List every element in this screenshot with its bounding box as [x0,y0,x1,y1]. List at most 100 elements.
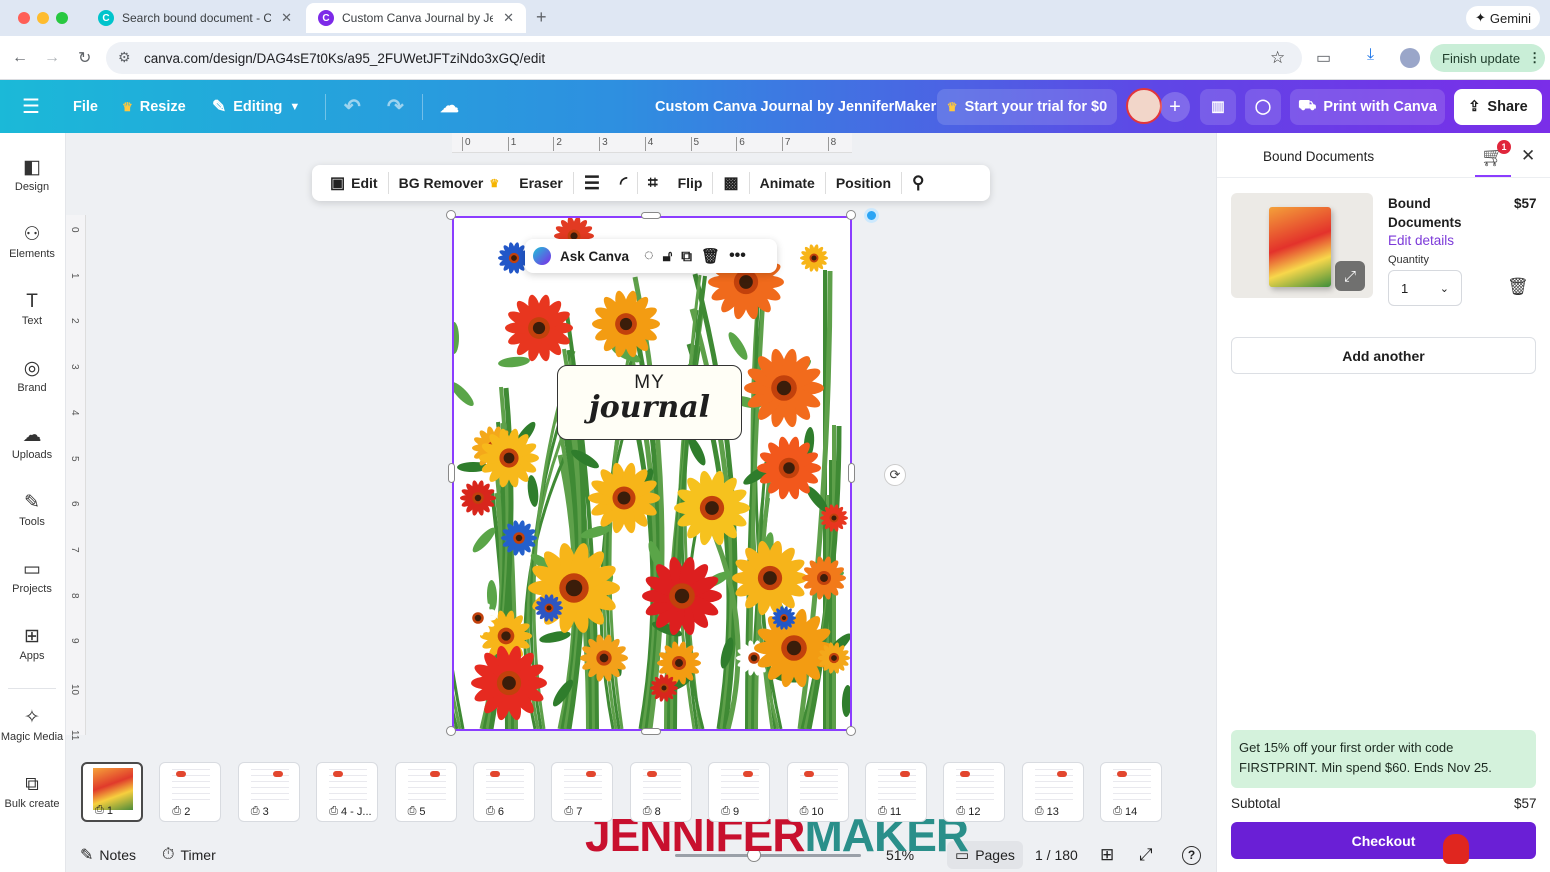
user-avatar[interactable] [1126,88,1162,124]
main-menu-button[interactable]: ☰ [22,80,40,133]
page-thumbnail[interactable]: ⎙ 1 [81,762,143,822]
print-with-canva-button[interactable]: ⛟ Print with Canva [1290,89,1445,125]
journal-title-card[interactable]: MY journal [557,365,742,440]
page-thumbnail[interactable]: ⎙ 5 [394,762,457,822]
resize-handle[interactable] [641,212,661,219]
animate-button[interactable]: Animate [750,175,825,191]
comments-button[interactable]: ◯ [1245,89,1281,125]
crop-button[interactable]: ⌗ [638,173,668,193]
help-button[interactable]: ? [1182,842,1201,868]
resize-handle[interactable] [846,210,856,220]
sidebar-item-tools[interactable]: ✎ Tools [0,490,64,528]
sidebar-item-uploads[interactable]: ☁ Uploads [0,423,64,461]
sidebar-item-bulk-create[interactable]: ⧉ Bulk create [0,772,64,810]
expand-icon[interactable]: ⤢ [1335,261,1365,291]
insights-button[interactable]: ▥ [1200,89,1236,125]
corner-rounding-button[interactable]: ◜ [610,173,637,194]
page-thumbnail[interactable]: ⎙ 12 [943,762,1006,822]
transparency-button[interactable]: ▩ [713,173,748,193]
browser-tab-search[interactable]: C Search bound document - Ca ✕ [86,3,304,33]
add-another-button[interactable]: Add another [1231,337,1536,374]
browser-tab-journal[interactable]: C Custom Canva Journal by Jen ✕ [306,3,526,33]
share-button[interactable]: ⇪ Share [1454,89,1542,125]
close-tab-icon[interactable]: ✕ [503,10,514,26]
resize-handle[interactable] [848,463,855,483]
page-thumbnail[interactable]: ⎙ 3 [237,762,300,822]
page-thumbnail[interactable]: ⎙ 2 [159,762,222,822]
sidebar-item-magic-media[interactable]: ✧ Magic Media [0,705,64,743]
duplicate-icon[interactable]: ⧉ [681,248,692,265]
sidebar-item-projects[interactable]: ▭ Projects [0,557,64,595]
page-thumbnail[interactable]: ⎙ 9 [708,762,771,822]
add-comment-icon[interactable]: ◌ [644,247,654,265]
cart-tab[interactable]: 🛒︎ 1 [1475,140,1511,177]
bg-remover-button[interactable]: BG Remover ♛ [389,175,510,191]
resize-button[interactable]: ♛ Resize [122,80,186,133]
rotate-handle[interactable]: ⟳ [884,464,906,486]
gemini-button[interactable]: ✦ Gemini [1466,6,1540,30]
page-thumbnail[interactable]: ⎙ 10 [786,762,849,822]
reload-icon[interactable]: ↻ [78,48,91,68]
position-button[interactable]: Position [826,175,901,191]
more-options-icon[interactable]: ••• [729,247,746,265]
cloud-save-button[interactable]: ☁ [440,80,459,133]
url-field[interactable]: ⚙ canva.com/design/DAG4sE7t0Ks/a95_2FUWe… [106,42,1302,74]
timer-button[interactable]: ⏱︎ Timer [162,842,216,868]
sidebar-item-text[interactable]: T Text [0,289,64,327]
checkout-button[interactable]: Checkout [1231,822,1536,859]
edit-details-link[interactable]: Edit details [1388,233,1454,248]
sidebar-item-design[interactable]: ◧ Design [0,155,64,193]
copy-style-button[interactable]: ⚲ [902,173,934,193]
page-thumbnail[interactable]: ⎙ 13 [1021,762,1084,822]
edit-image-button[interactable]: ▣ Edit [320,173,388,193]
page-thumbnail[interactable]: ⎙ 4 - J... [316,762,379,822]
file-menu-button[interactable]: File [73,80,98,133]
fullscreen-button[interactable]: ⤢ [1139,842,1153,868]
remove-item-trash-icon[interactable]: 🗑︎ [1507,277,1529,297]
design-page[interactable] [452,216,852,731]
grid-view-button[interactable]: ⊞ [1100,842,1114,868]
resize-handle[interactable] [446,726,456,736]
close-tab-icon[interactable]: ✕ [281,10,292,26]
download-icon[interactable]: ⤓ [1367,46,1374,64]
back-arrow-icon[interactable]: ← [12,49,28,67]
quantity-select[interactable]: 1 ⌄ [1388,270,1462,306]
sidebar-item-apps[interactable]: ⊞ Apps [0,624,64,662]
trash-icon[interactable]: 🗑︎ [701,247,720,265]
page-thumbnail[interactable]: ⎙ 14 [1100,762,1163,822]
page-thumbnail[interactable]: ⎙ 6 [473,762,535,822]
editing-mode-dropdown[interactable]: ✎ Editing ▼ [212,80,300,133]
document-title[interactable]: Custom Canva Journal by JenniferMaker [655,80,936,133]
bookmark-star-icon[interactable]: ☆ [1270,48,1285,68]
resize-handle[interactable] [846,726,856,736]
site-settings-icon[interactable]: ⚙ [118,49,131,66]
forward-arrow-icon[interactable]: → [44,49,60,67]
flip-button[interactable]: Flip [668,175,713,191]
notes-button[interactable]: ✎ Notes [80,842,136,868]
undo-button[interactable]: ↶ [344,80,361,133]
lock-icon[interactable]: 🔓︎ [663,248,673,265]
redo-button[interactable]: ↷ [387,80,404,133]
finish-update-button[interactable]: Finish update ⋮ [1430,44,1545,72]
maximize-window-button[interactable] [56,12,68,24]
page-thumbnail[interactable]: ⎙ 7 [551,762,614,822]
new-tab-button[interactable]: + [536,7,547,28]
start-trial-button[interactable]: ♛ Start your trial for $0 [937,89,1117,125]
ask-canva-button[interactable]: Ask Canva [560,249,629,264]
profile-avatar[interactable] [1400,48,1420,68]
sidebar-item-brand[interactable]: ◎ Brand [0,356,64,394]
resize-handle[interactable] [448,463,455,483]
page-thumbnail[interactable]: ⎙ 11 [865,762,927,822]
minimize-window-button[interactable] [37,12,49,24]
product-thumbnail[interactable]: ⤢ [1231,193,1373,298]
invite-button[interactable]: + [1160,92,1190,122]
close-window-button[interactable] [18,12,30,24]
page-thumbnail[interactable]: ⎙ 8 [629,762,692,822]
border-style-button[interactable]: ☰ [574,173,610,194]
eraser-button[interactable]: Eraser [509,175,573,191]
close-panel-icon[interactable]: ✕ [1521,146,1535,166]
cast-icon[interactable]: ▭ [1316,48,1331,68]
resize-handle[interactable] [446,210,456,220]
resize-handle[interactable] [641,728,661,735]
sidebar-item-elements[interactable]: ⚇ Elements [0,222,64,260]
